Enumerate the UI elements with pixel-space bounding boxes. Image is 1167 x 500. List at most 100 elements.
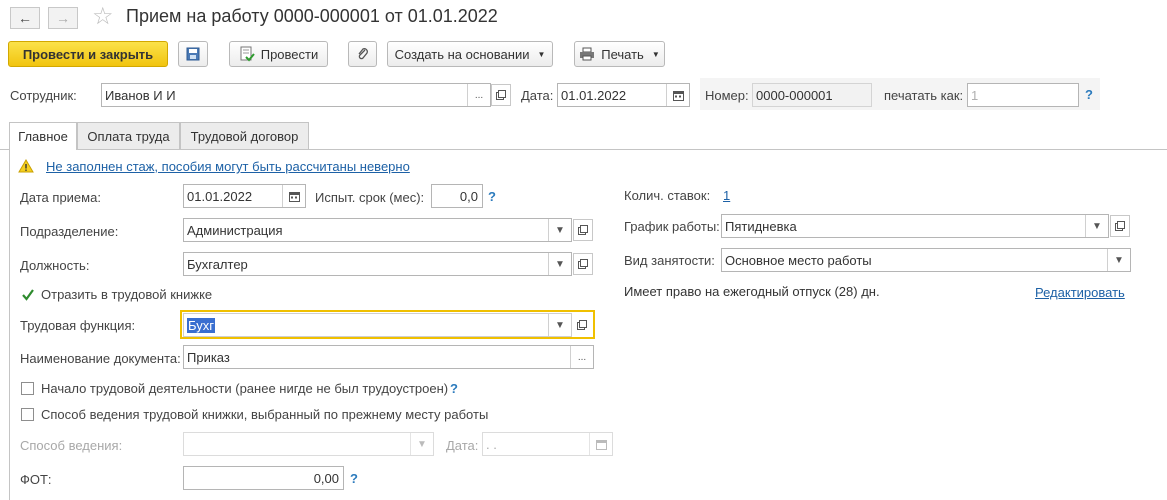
select-dots-icon[interactable]: ...: [467, 84, 490, 106]
method-label: Способ ведения:: [20, 438, 123, 453]
fot-label: ФОТ:: [20, 472, 52, 487]
hire-date-label: Дата приема:: [20, 190, 101, 205]
open-department-button[interactable]: [573, 219, 593, 241]
employee-value: Иванов И И: [105, 88, 176, 103]
open-window-icon: [496, 90, 506, 100]
department-value: Администрация: [187, 223, 283, 238]
calendar-icon[interactable]: [589, 433, 612, 455]
probation-field[interactable]: 0,0: [431, 184, 483, 208]
start-activity-label: Начало трудовой деятельности (ранее нигд…: [41, 381, 449, 396]
number-value: 0000-000001: [756, 88, 833, 103]
date-value: 01.01.2022: [561, 88, 627, 103]
post-button[interactable]: Провести: [229, 41, 328, 67]
date-label: Дата:: [521, 88, 554, 103]
employment-value: Основное место работы: [725, 253, 872, 268]
print-button[interactable]: Печать ▼: [574, 41, 665, 67]
open-window-icon: [578, 225, 588, 235]
print-as-field[interactable]: 1: [967, 83, 1079, 107]
post-doc-icon: [240, 46, 255, 62]
fot-value: 0,00: [313, 471, 339, 486]
chevron-down-icon[interactable]: ▼: [1085, 215, 1108, 237]
save-button[interactable]: [178, 41, 208, 67]
probation-value: 0,0: [459, 189, 478, 204]
edit-link[interactable]: Редактировать: [1035, 285, 1125, 300]
position-value: Бухгалтер: [187, 257, 248, 272]
open-schedule-button[interactable]: [1110, 215, 1130, 237]
open-window-icon: [1115, 221, 1125, 231]
labor-function-value: Бухг: [187, 318, 215, 333]
post-and-close-button[interactable]: Провести и закрыть: [8, 41, 168, 67]
create-based-on-button[interactable]: Создать на основании ▼: [387, 41, 553, 67]
method-date-label: Дата:: [446, 438, 479, 453]
calendar-icon[interactable]: [666, 84, 689, 106]
calendar-icon[interactable]: [282, 185, 305, 207]
department-field[interactable]: Администрация ▼: [183, 218, 572, 242]
warning-link[interactable]: Не заполнен стаж, пособия могут быть рас…: [46, 159, 410, 174]
tab-main[interactable]: Главное: [9, 122, 77, 150]
help-icon[interactable]: ?: [1085, 87, 1093, 102]
chevron-down-icon[interactable]: ▼: [410, 433, 433, 455]
tab-labor-contract[interactable]: Трудовой договор: [180, 122, 309, 149]
position-field[interactable]: Бухгалтер ▼: [183, 252, 572, 276]
employee-field[interactable]: Иванов И И ...: [101, 83, 491, 107]
favorite-star-icon[interactable]: ☆: [92, 4, 114, 30]
number-label: Номер:: [705, 88, 749, 103]
number-field[interactable]: 0000-000001: [752, 83, 872, 107]
open-position-button[interactable]: [573, 253, 593, 275]
employment-field[interactable]: Основное место работы ▼: [721, 248, 1131, 272]
back-arrow-icon: ←: [18, 10, 32, 26]
doc-name-value: Приказ: [187, 350, 230, 365]
chevron-down-icon[interactable]: ▼: [548, 314, 571, 336]
save-icon: [186, 47, 200, 61]
hire-date-value: 01.01.2022: [187, 189, 253, 204]
select-dots-icon[interactable]: ...: [570, 346, 593, 368]
help-icon[interactable]: ?: [350, 471, 358, 486]
fot-field[interactable]: 0,00: [183, 466, 344, 490]
workbook-method-label: Способ ведения трудовой книжки, выбранны…: [41, 407, 489, 422]
schedule-label: График работы:: [624, 219, 720, 234]
tab-payment[interactable]: Оплата труда: [77, 122, 180, 149]
vacation-text: Имеет право на ежегодный отпуск (28) дн.: [624, 284, 880, 299]
workbook-method-checkbox[interactable]: [21, 408, 34, 421]
attach-button[interactable]: [348, 41, 377, 67]
dropdown-arrow-icon: ▼: [651, 49, 660, 59]
open-labor-function-button[interactable]: [572, 314, 592, 336]
print-as-placeholder: 1: [971, 88, 979, 103]
method-date-field[interactable]: . .: [482, 432, 613, 456]
forward-button[interactable]: →: [48, 7, 78, 29]
open-window-icon: [578, 259, 588, 269]
open-employee-button[interactable]: [491, 84, 511, 106]
print-as-label: печатать как:: [884, 88, 964, 103]
schedule-field[interactable]: Пятидневка ▼: [721, 214, 1109, 238]
employee-label: Сотрудник:: [10, 88, 77, 103]
position-label: Должность:: [20, 258, 90, 273]
employment-label: Вид занятости:: [624, 253, 715, 268]
method-date-value: . .: [486, 437, 497, 452]
labor-function-label: Трудовая функция:: [20, 318, 136, 333]
department-label: Подразделение:: [20, 224, 119, 239]
workbook-label: Отразить в трудовой книжке: [41, 287, 213, 302]
back-button[interactable]: ←: [10, 7, 40, 29]
rates-link[interactable]: 1: [723, 188, 730, 203]
rates-label: Колич. ставок:: [624, 188, 711, 203]
start-activity-checkbox[interactable]: [21, 382, 34, 395]
help-icon[interactable]: ?: [450, 381, 458, 396]
chevron-down-icon[interactable]: ▼: [548, 219, 571, 241]
hire-date-field[interactable]: 01.01.2022: [183, 184, 306, 208]
chevron-down-icon[interactable]: ▼: [548, 253, 571, 275]
paperclip-icon: [357, 48, 368, 60]
doc-name-label: Наименование документа:: [20, 351, 181, 366]
doc-name-field[interactable]: Приказ ...: [183, 345, 594, 369]
chevron-down-icon[interactable]: ▼: [1107, 249, 1130, 271]
forward-arrow-icon: →: [56, 10, 70, 26]
help-icon[interactable]: ?: [488, 189, 496, 204]
page-title: Прием на работу 0000-000001 от 01.01.202…: [126, 6, 498, 26]
method-field[interactable]: ▼: [183, 432, 434, 456]
open-window-icon: [577, 320, 587, 330]
labor-function-field[interactable]: Бухг ▼: [183, 313, 572, 337]
date-field[interactable]: 01.01.2022: [557, 83, 690, 107]
workbook-checkbox[interactable]: [21, 288, 34, 301]
schedule-value: Пятидневка: [725, 219, 797, 234]
tabs-divider: [0, 149, 1167, 150]
tab-panel-border: [9, 149, 10, 500]
